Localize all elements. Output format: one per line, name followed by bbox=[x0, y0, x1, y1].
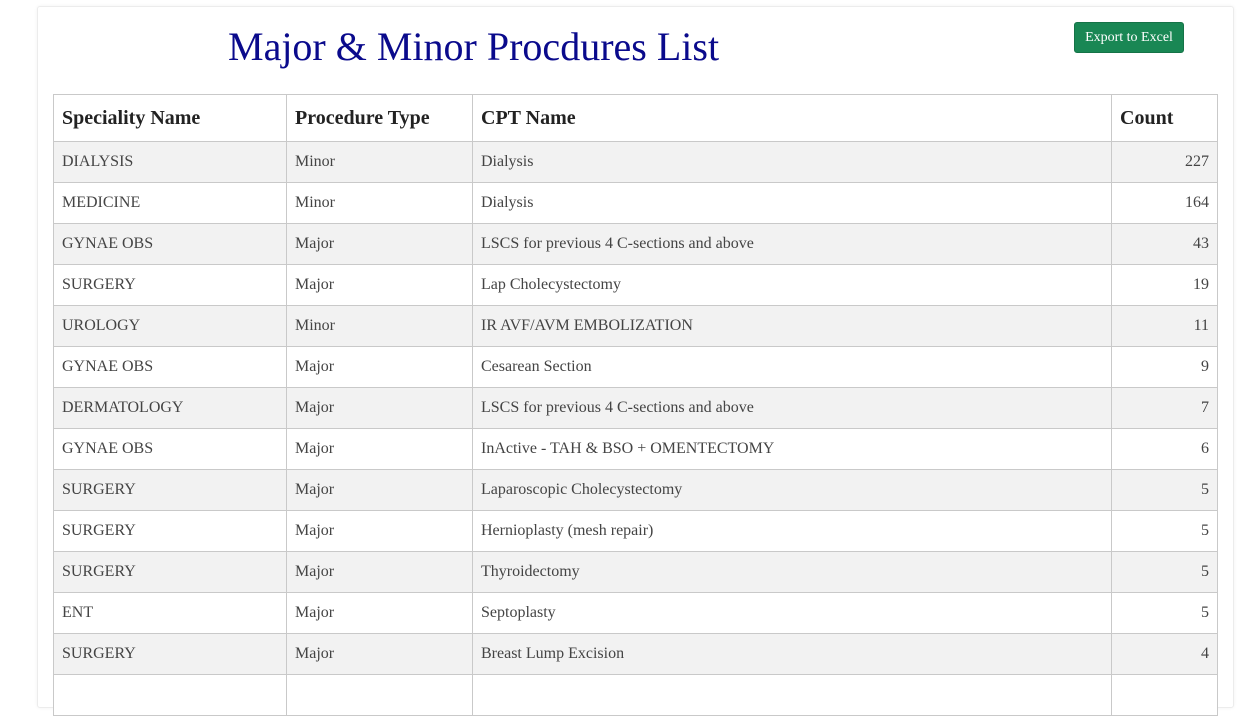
count-cell: 4 bbox=[1111, 633, 1218, 675]
speciality-cell: SURGERY bbox=[53, 633, 287, 675]
table-row: GYNAE OBS Major LSCS for previous 4 C-sect… bbox=[53, 223, 1218, 265]
speciality-cell: GYNAE OBS bbox=[53, 223, 287, 265]
cpt-name-cell: LSCS for previous 4 C-sections and above bbox=[472, 223, 1112, 265]
speciality-cell: DERMATOLOGY bbox=[53, 387, 287, 429]
procedure-type-cell: Major bbox=[286, 551, 473, 593]
speciality-cell: UROLOGY bbox=[53, 305, 287, 347]
count-cell: 6 bbox=[1111, 428, 1218, 470]
report-card: Major & Minor Procdures List Export to E… bbox=[37, 6, 1234, 716]
export-to-excel-button[interactable]: Export to Excel bbox=[1074, 22, 1184, 53]
cpt-name-cell: Dialysis bbox=[472, 141, 1112, 183]
speciality-cell: GYNAE OBS bbox=[53, 346, 287, 388]
header-procedure-type[interactable]: Procedure Type bbox=[286, 94, 473, 142]
count-cell: 5 bbox=[1111, 551, 1218, 593]
page-title: Major & Minor Procdures List bbox=[228, 24, 720, 69]
procedure-type-cell: Major bbox=[286, 633, 473, 675]
table-row: DIALYSIS Minor Dialysis 227 bbox=[53, 141, 1218, 183]
cpt-name-cell: Septoplasty bbox=[472, 592, 1112, 634]
table-row: MEDICINE Minor Dialysis 164 bbox=[53, 182, 1218, 224]
header-cpt-name[interactable]: CPT Name bbox=[472, 94, 1112, 142]
count-cell: 5 bbox=[1111, 510, 1218, 552]
procedure-type-cell: Minor bbox=[286, 141, 473, 183]
cpt-name-cell: Dialysis bbox=[472, 182, 1112, 224]
cpt-name-cell: LSCS for previous 4 C-sections and above bbox=[472, 387, 1112, 429]
count-cell: 19 bbox=[1111, 264, 1218, 306]
table-row: SURGERY Major Hernioplasty (mesh repair) 5 bbox=[53, 510, 1218, 552]
table-row: SURGERY Major Breast Lump Excision 4 bbox=[53, 633, 1218, 675]
speciality-cell: SURGERY bbox=[53, 551, 287, 593]
cpt-name-cell: Laparoscopic Cholecystectomy bbox=[472, 469, 1112, 511]
procedure-type-cell: Major bbox=[286, 223, 473, 265]
speciality-cell: SURGERY bbox=[53, 264, 287, 306]
procedure-type-cell: Major bbox=[286, 592, 473, 634]
procedures-table: Speciality Name Procedure Type CPT Name … bbox=[53, 94, 1218, 716]
header-speciality-name[interactable]: Speciality Name bbox=[53, 94, 287, 142]
speciality-cell: MEDICINE bbox=[53, 182, 287, 224]
table-row: ENT Major Septoplasty 5 bbox=[53, 592, 1218, 634]
header-count[interactable]: Count bbox=[1111, 94, 1218, 142]
count-cell: 5 bbox=[1111, 469, 1218, 511]
procedure-type-cell: Major bbox=[286, 346, 473, 388]
procedure-type-cell: Major bbox=[286, 387, 473, 429]
count-cell: 227 bbox=[1111, 141, 1218, 183]
procedure-type-cell: Major bbox=[286, 264, 473, 306]
speciality-cell: SURGERY bbox=[53, 469, 287, 511]
cpt-name-cell: Lap Cholecystectomy bbox=[472, 264, 1112, 306]
procedure-type-cell: Major bbox=[286, 428, 473, 470]
table-row: GYNAE OBS Major Cesarean Section 9 bbox=[53, 346, 1218, 388]
table-header-row: Speciality Name Procedure Type CPT Name … bbox=[53, 94, 1218, 142]
speciality-cell: ENT bbox=[53, 592, 287, 634]
table-row: GYNAE OBS Major InActive - TAH & BSO + OME… bbox=[53, 428, 1218, 470]
table-row: SURGERY Major Laparoscopic Cholecystectomy… bbox=[53, 469, 1218, 511]
procedure-type-cell: Minor bbox=[286, 182, 473, 224]
count-cell: 43 bbox=[1111, 223, 1218, 265]
speciality-cell: SURGERY bbox=[53, 510, 287, 552]
table-row: UROLOGY Minor IR AVF/AVM EMBOLIZATION 11 bbox=[53, 305, 1218, 347]
cpt-name-cell: Breast Lump Excision bbox=[472, 633, 1112, 675]
cpt-name-cell: Hernioplasty (mesh repair) bbox=[472, 510, 1112, 552]
count-cell: 7 bbox=[1111, 387, 1218, 429]
cpt-name-cell: IR AVF/AVM EMBOLIZATION bbox=[472, 305, 1112, 347]
count-cell: 11 bbox=[1111, 305, 1218, 347]
procedure-type-cell: Major bbox=[286, 510, 473, 552]
count-cell: 164 bbox=[1111, 182, 1218, 224]
count-cell: 5 bbox=[1111, 592, 1218, 634]
count-cell: 9 bbox=[1111, 346, 1218, 388]
table-row: SURGERY Major Lap Cholecystectomy 19 bbox=[53, 264, 1218, 306]
cpt-name-cell: Thyroidectomy bbox=[472, 551, 1112, 593]
cpt-name-cell: InActive - TAH & BSO + OMENTECTOMY bbox=[472, 428, 1112, 470]
cpt-name-cell: Cesarean Section bbox=[472, 346, 1112, 388]
speciality-cell: DIALYSIS bbox=[53, 141, 287, 183]
speciality-cell: GYNAE OBS bbox=[53, 428, 287, 470]
table-row: SURGERY Major Thyroidectomy 5 bbox=[53, 551, 1218, 593]
table-row: DERMATOLOGY Major LSCS for previous 4 C-se… bbox=[53, 387, 1218, 429]
procedure-type-cell: Major bbox=[286, 469, 473, 511]
procedure-type-cell: Minor bbox=[286, 305, 473, 347]
